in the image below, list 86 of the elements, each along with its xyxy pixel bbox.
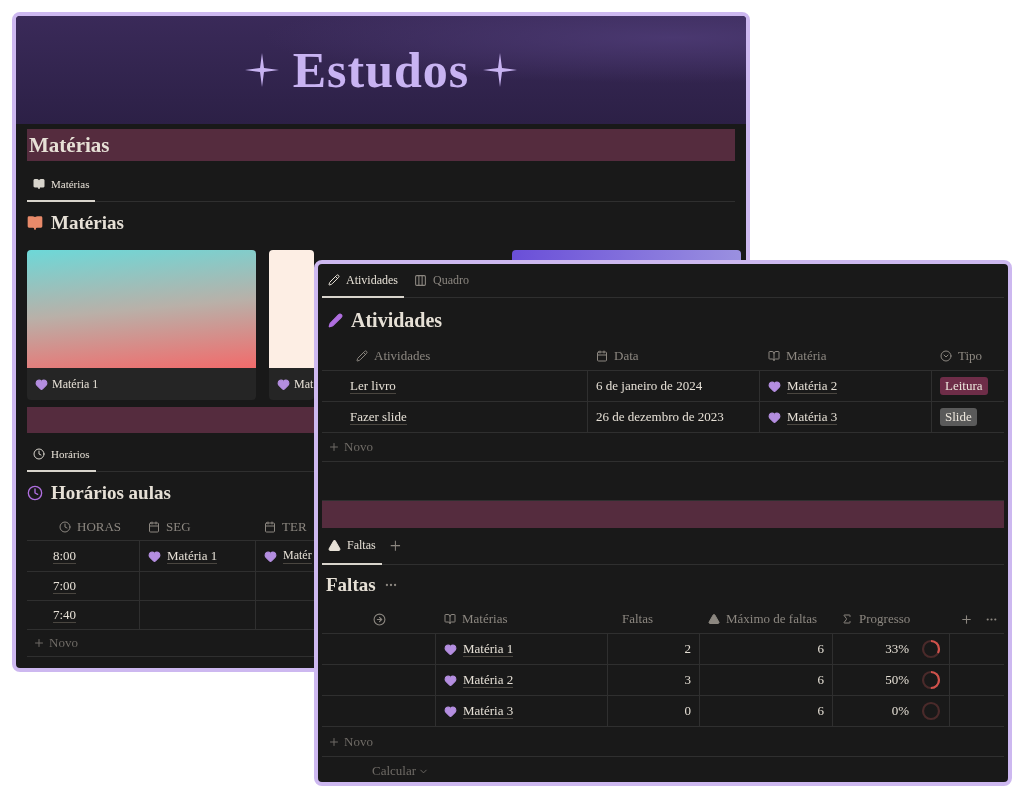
subject-link[interactable]: Matéria 1 — [167, 547, 218, 565]
dropdown-icon — [940, 350, 952, 362]
calendar-icon — [148, 521, 160, 533]
column-header: Data — [614, 348, 639, 364]
progress-ring — [921, 701, 941, 721]
heart-icon — [35, 377, 48, 391]
subject-link[interactable]: Matéria 1 — [463, 640, 514, 658]
type-tag: Leitura — [940, 377, 988, 395]
activity-title[interactable]: Fazer slide — [350, 408, 407, 426]
percent-cell: 0% — [891, 703, 909, 719]
heart-icon — [444, 642, 457, 656]
view-tab[interactable]: Atividades — [322, 264, 404, 298]
view-tab[interactable]: Matérias — [27, 167, 96, 202]
sigma-icon — [841, 613, 853, 625]
count-cell: 6 — [817, 672, 824, 688]
count-cell: 3 — [684, 672, 691, 688]
date-cell: 6 de janeiro de 2024 — [596, 378, 703, 394]
type-tag: Slide — [940, 408, 977, 426]
book-icon — [768, 350, 780, 362]
plus-icon — [960, 612, 973, 626]
progress-ring — [921, 670, 941, 690]
column-header: Atividades — [374, 348, 431, 364]
heart-icon — [277, 377, 290, 391]
book-icon — [27, 215, 43, 231]
column-header: Matérias — [462, 611, 508, 627]
heart-icon — [444, 704, 457, 718]
date-cell: 26 de dezembro de 2023 — [596, 409, 724, 425]
warning-icon — [328, 539, 341, 552]
column-header: Matéria — [786, 348, 827, 364]
section-heading: Atividades — [351, 308, 443, 332]
clock-icon — [59, 521, 71, 533]
column-header: Tipo — [958, 348, 983, 364]
column-header: Progresso — [859, 611, 911, 627]
page-title: Estudos — [292, 41, 470, 99]
add-view-button[interactable]: + — [385, 528, 405, 564]
count-cell: 6 — [817, 703, 824, 719]
heart-icon — [264, 549, 277, 563]
columns-icon — [414, 273, 427, 287]
subject-link[interactable]: Matéria 3 — [463, 702, 514, 720]
percent-cell: 50% — [885, 672, 909, 688]
section-heading: Horários aulas — [51, 482, 171, 504]
pencil-icon — [328, 274, 340, 286]
plus-icon — [328, 735, 340, 748]
calendar-icon — [596, 350, 608, 362]
subject-link[interactable]: Matér — [283, 548, 312, 564]
gallery-card[interactable]: Matéria 1 — [27, 250, 256, 400]
section-heading: Matérias — [51, 212, 124, 234]
percent-cell: 33% — [885, 641, 909, 657]
pencil-icon — [328, 312, 343, 328]
section-heading: Faltas — [326, 574, 376, 596]
time-cell: 7:00 — [53, 577, 77, 595]
column-header: SEG — [166, 519, 191, 535]
activity-title[interactable]: Ler livro — [350, 377, 396, 395]
progress-ring — [921, 639, 941, 659]
book-icon — [33, 177, 45, 190]
pencil-icon — [356, 350, 368, 362]
time-cell: 8:00 — [53, 547, 77, 565]
count-cell: 2 — [684, 641, 691, 657]
card-title: Mat — [294, 376, 314, 392]
card-title: Matéria 1 — [52, 376, 99, 392]
view-tab[interactable]: Quadro — [408, 264, 475, 298]
clock-icon — [27, 485, 43, 501]
subject-link[interactable]: Matéria 2 — [787, 377, 838, 395]
plus-icon — [33, 637, 45, 649]
view-tab[interactable]: Horários — [27, 437, 96, 472]
column-header: HORAS — [77, 519, 122, 535]
count-cell: 6 — [817, 641, 824, 657]
subject-link[interactable]: Matéria 2 — [463, 671, 514, 689]
subject-link[interactable]: Matéria 3 — [787, 408, 838, 426]
plus-icon — [328, 441, 340, 453]
heart-icon — [768, 410, 781, 424]
clock-icon — [33, 447, 45, 460]
column-header: TER — [282, 519, 307, 535]
section-title: Matérias — [29, 132, 110, 158]
column-header: Máximo de faltas — [726, 611, 817, 627]
calendar-icon — [264, 521, 276, 533]
warning-icon — [708, 613, 720, 625]
heart-icon — [768, 379, 781, 393]
book-icon — [444, 613, 456, 625]
time-cell: 7:40 — [53, 606, 77, 624]
gallery-card[interactable]: Mat — [269, 250, 314, 400]
heart-icon — [444, 673, 457, 687]
count-cell: 0 — [684, 703, 691, 719]
view-tab[interactable]: Faltas — [322, 528, 382, 565]
column-header: Faltas — [622, 611, 654, 627]
heart-icon — [148, 549, 161, 563]
